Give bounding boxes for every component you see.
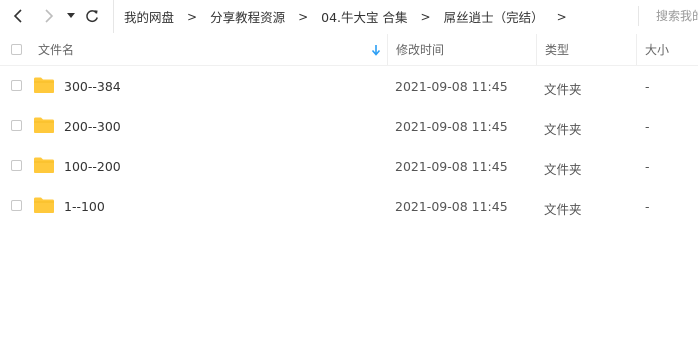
breadcrumb-separator: > [187,9,198,24]
folder-icon [34,197,54,213]
select-all-checkbox[interactable] [11,44,22,55]
row-checkbox[interactable] [11,200,22,211]
file-modified-time: 2021-09-08 11:45 [395,159,508,174]
file-type: 文件夹 [544,82,582,97]
folder-icon [34,157,54,173]
file-row[interactable]: 200--300 2021-09-08 11:45 文件夹 - [0,106,698,146]
folder-icon [34,117,54,133]
row-checkbox[interactable] [11,120,22,131]
search-input[interactable] [639,8,698,24]
forward-button[interactable] [40,6,58,26]
file-type: 文件夹 [544,162,582,177]
breadcrumb-item-collection[interactable]: 04.牛大宝 合集 [321,7,407,26]
breadcrumb-separator: > [420,9,431,24]
breadcrumb-item-share-resources[interactable]: 分享教程资源 [210,7,285,26]
file-type: 文件夹 [544,202,582,217]
back-button[interactable] [9,6,27,26]
breadcrumb-expand-separator[interactable]: > [557,10,567,24]
refresh-icon [86,10,98,23]
file-modified-time: 2021-09-08 11:45 [395,79,508,94]
column-header-type[interactable]: 类型 [536,34,636,65]
refresh-button[interactable] [83,6,101,26]
file-name[interactable]: 100--200 [64,159,121,174]
row-checkbox[interactable] [11,160,22,171]
file-modified-time: 2021-09-08 11:45 [395,119,508,134]
chevron-right-icon [45,9,54,23]
column-header-modified-label: 修改时间 [396,43,445,57]
file-name[interactable]: 200--300 [64,119,121,134]
history-dropdown-button[interactable] [65,6,77,26]
file-size: - [645,79,650,94]
row-checkbox[interactable] [11,80,22,91]
file-row[interactable]: 300--384 2021-09-08 11:45 文件夹 - [0,66,698,106]
column-header-type-label: 类型 [545,43,570,57]
navigation-bar: 我的网盘 > 分享教程资源 > 04.牛大宝 合集 > 屌丝逍士（完结） > [0,0,698,33]
breadcrumb: 我的网盘 > 分享教程资源 > 04.牛大宝 合集 > 屌丝逍士（完结） > [113,0,580,33]
column-header-size[interactable]: 大小 [636,34,698,65]
file-type: 文件夹 [544,122,582,137]
chevron-left-icon [13,9,22,23]
select-all-cell [11,34,23,65]
column-header-name[interactable]: 文件名 [38,34,386,65]
file-list: 300--384 2021-09-08 11:45 文件夹 - 200--300… [0,66,698,226]
file-modified-time: 2021-09-08 11:45 [395,199,508,214]
file-name[interactable]: 300--384 [64,79,121,94]
search-box [638,6,698,26]
column-header-name-label: 文件名 [38,43,75,57]
file-manager-window: 我的网盘 > 分享教程资源 > 04.牛大宝 合集 > 屌丝逍士（完结） > 文… [0,0,698,347]
file-size: - [645,199,650,214]
column-header-row: 文件名 修改时间 类型 大小 [0,34,698,66]
file-row[interactable]: 1--100 2021-09-08 11:45 文件夹 - [0,186,698,226]
breadcrumb-separator: > [298,9,309,24]
file-size: - [645,159,650,174]
folder-icon [34,77,54,93]
column-header-modified[interactable]: 修改时间 [387,34,536,65]
caret-down-icon [67,13,75,18]
sort-descending-icon[interactable] [371,43,381,57]
column-header-size-label: 大小 [645,43,670,57]
breadcrumb-item-current-folder[interactable]: 屌丝逍士（完结） [444,7,544,26]
file-name[interactable]: 1--100 [64,199,105,214]
file-size: - [645,119,650,134]
file-row[interactable]: 100--200 2021-09-08 11:45 文件夹 - [0,146,698,186]
breadcrumb-item-my-drive[interactable]: 我的网盘 [124,7,174,26]
